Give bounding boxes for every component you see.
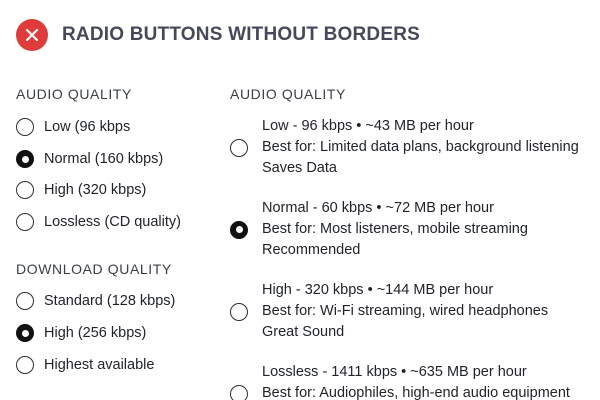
radio-button[interactable] — [16, 118, 34, 136]
option-details: Lossless - 1411 kbps • ~635 MB per hour … — [262, 362, 570, 400]
option-note: Great Sound — [262, 324, 345, 340]
option-details: Normal - 60 kbps • ~72 MB per hour Best … — [262, 198, 528, 261]
download-quality-label: DOWNLOAD QUALITY — [16, 261, 172, 277]
radio-button[interactable] — [230, 385, 248, 400]
audio-option-lossless[interactable]: Lossless (CD quality) — [16, 211, 181, 233]
audio-option-low[interactable]: Low (96 kbps — [16, 116, 130, 138]
option-title: Normal - 60 kbps • ~72 MB per hour — [262, 200, 494, 216]
radio-button[interactable] — [16, 181, 34, 199]
radio-button[interactable] — [230, 302, 248, 321]
download-option-highest[interactable]: Highest available — [16, 354, 154, 376]
close-x-glyph — [25, 28, 39, 42]
radio-label: Lossless (CD quality) — [44, 214, 181, 230]
option-note: Saves Data — [262, 160, 337, 176]
option-best-for: Best for: Most listeners, mobile streami… — [262, 221, 528, 237]
option-title: Low - 96 kbps • ~43 MB per hour — [262, 118, 474, 134]
radio-label: High (256 kbps) — [44, 325, 147, 341]
audio-option-high[interactable]: High (320 kbps) — [16, 179, 146, 201]
radio-button-selected[interactable] — [16, 324, 34, 342]
radio-button[interactable] — [16, 356, 34, 374]
option-title: Lossless - 1411 kbps • ~635 MB per hour — [262, 364, 527, 380]
download-option-high[interactable]: High (256 kbps) — [16, 322, 146, 344]
radio-button[interactable] — [16, 292, 34, 310]
audio-quality-detailed-label: AUDIO QUALITY — [230, 86, 346, 102]
audio-quality-label: AUDIO QUALITY — [16, 86, 132, 102]
option-best-for: Best for: Audiophiles, high-end audio eq… — [262, 385, 570, 400]
detailed-option-low[interactable]: Low - 96 kbps • ~43 MB per hour Best for… — [230, 116, 579, 179]
radio-label: Standard (128 kbps) — [44, 293, 176, 309]
radio-label: Low (96 kbps — [44, 119, 131, 135]
radio-button[interactable] — [230, 138, 248, 157]
radio-button-selected[interactable] — [230, 220, 248, 239]
detailed-option-high[interactable]: High - 320 kbps • ~144 MB per hour Best … — [230, 280, 548, 343]
option-title: High - 320 kbps • ~144 MB per hour — [262, 282, 494, 298]
page-title: RADIO BUTTONS WITHOUT BORDERS — [62, 24, 420, 45]
option-note: Recommended — [262, 242, 361, 258]
option-best-for: Best for: Limited data plans, background… — [262, 139, 579, 155]
page-header: RADIO BUTTONS WITHOUT BORDERS — [16, 18, 420, 52]
detailed-option-normal[interactable]: Normal - 60 kbps • ~72 MB per hour Best … — [230, 198, 528, 261]
radio-label: High (320 kbps) — [44, 182, 147, 198]
audio-option-normal[interactable]: Normal (160 kbps) — [16, 148, 163, 170]
download-option-standard[interactable]: Standard (128 kbps) — [16, 290, 175, 312]
close-icon[interactable] — [16, 19, 48, 51]
radio-label: Normal (160 kbps) — [44, 151, 164, 167]
radio-button-selected[interactable] — [16, 150, 34, 168]
radio-label: Highest available — [44, 357, 155, 373]
detailed-option-lossless[interactable]: Lossless - 1411 kbps • ~635 MB per hour … — [230, 362, 570, 400]
option-details: Low - 96 kbps • ~43 MB per hour Best for… — [262, 116, 579, 179]
option-best-for: Best for: Wi-Fi streaming, wired headpho… — [262, 303, 549, 319]
option-details: High - 320 kbps • ~144 MB per hour Best … — [262, 280, 548, 343]
radio-button[interactable] — [16, 213, 34, 231]
